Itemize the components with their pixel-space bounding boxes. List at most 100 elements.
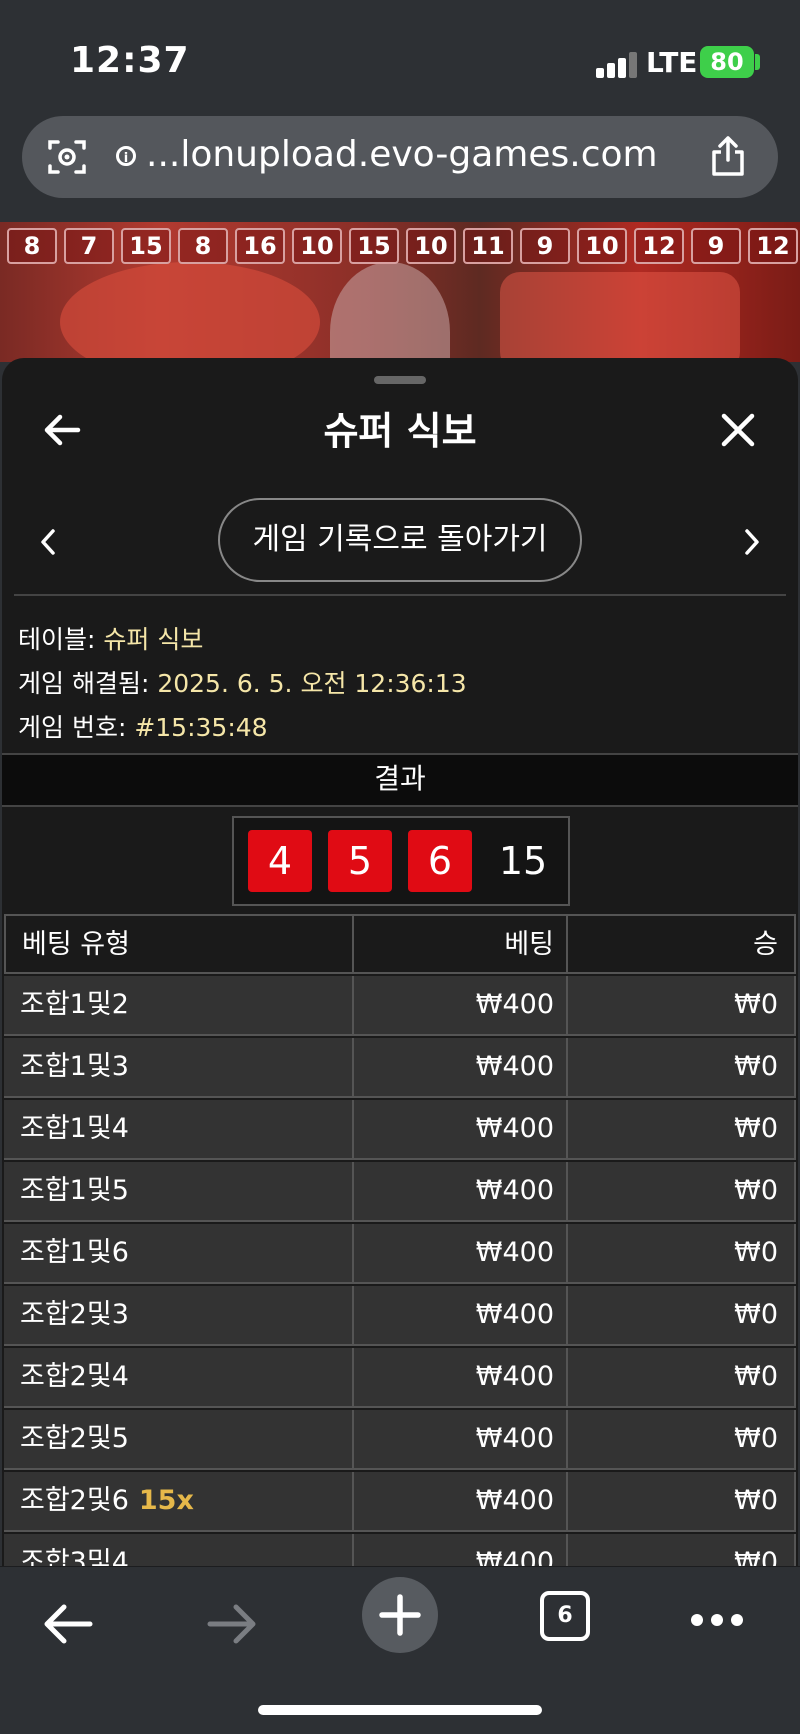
win-amount-cell: ₩0 (568, 1534, 796, 1568)
bet-type-label: 조합3및4 (20, 1547, 129, 1568)
bet-type-label: 조합1및4 (20, 1113, 129, 1144)
table-row: 조합2및5 ₩400 ₩0 (4, 1410, 796, 1470)
resolved-value: 2025. 6. 5. 오전 12:36:13 (157, 669, 467, 698)
table-row: 조합3및4 ₩400 ₩0 (4, 1534, 796, 1568)
status-time: 12:37 (70, 40, 190, 81)
history-chip: 11 (463, 228, 513, 264)
table-value: 슈퍼 식보 (103, 625, 204, 654)
bet-amount-cell: ₩400 (354, 1410, 568, 1470)
history-chip: 15 (121, 228, 171, 264)
die-1: 4 (248, 830, 312, 892)
header-bet-type: 베팅 유형 (4, 914, 354, 974)
status-bar: 12:37 LTE 80 (0, 0, 800, 112)
history-chip: 16 (235, 228, 285, 264)
history-chip: 9 (691, 228, 741, 264)
url-text[interactable]: ...lonupload.evo-games.com (146, 134, 658, 175)
bet-type-cell: 조합1및6 (4, 1224, 354, 1284)
result-header: 결과 (2, 753, 798, 807)
close-icon[interactable] (716, 408, 760, 452)
plus-icon (379, 1594, 421, 1636)
bet-type-label: 조합2및5 (20, 1423, 129, 1454)
game-number-value: #15:35:48 (134, 713, 268, 742)
bet-type-label: 조합1및3 (20, 1051, 129, 1082)
history-chip: 9 (520, 228, 570, 264)
history-chip: 10 (406, 228, 456, 264)
chevron-left-icon[interactable] (36, 526, 60, 558)
history-chip: 10 (577, 228, 627, 264)
header-bet: 베팅 (354, 914, 568, 974)
bet-type-cell: 조합2및5 (4, 1410, 354, 1470)
battery-tip (755, 54, 760, 70)
win-amount-cell: ₩0 (568, 976, 796, 1036)
history-chip: 8 (178, 228, 228, 264)
bet-type-label: 조합2및6 (20, 1485, 129, 1516)
tab-switcher-button[interactable]: 6 (540, 1591, 590, 1641)
browser-forward-icon[interactable] (206, 1601, 258, 1647)
signal-icon (596, 52, 640, 78)
table-label: 테이블: (18, 625, 96, 654)
table-row: 조합1및6 ₩400 ₩0 (4, 1224, 796, 1284)
game-number-label: 게임 번호: (18, 713, 127, 742)
browser-toolbar: 6 (0, 1566, 800, 1734)
game-history-strip: 8 7 15 8 16 10 15 10 11 9 10 12 9 12 (0, 228, 800, 264)
history-chip: 8 (7, 228, 57, 264)
bet-type-label: 조합1및6 (20, 1237, 129, 1268)
site-info-icon[interactable]: i (116, 146, 136, 166)
table-row: 조합1및4 ₩400 ₩0 (4, 1100, 796, 1160)
bet-type-cell: 조합1및2 (4, 976, 354, 1036)
bet-type-label: 조합2및4 (20, 1361, 129, 1392)
table-header-row: 베팅 유형 베팅 승 (4, 914, 796, 974)
bet-type-cell: 조합2및6 15x (4, 1472, 354, 1532)
bet-amount-cell: ₩400 (354, 1038, 568, 1098)
sheet-drag-handle[interactable] (374, 376, 426, 384)
home-indicator (258, 1705, 542, 1715)
network-label: LTE (646, 46, 698, 79)
win-amount-cell: ₩0 (568, 1472, 796, 1532)
camera-search-icon[interactable] (46, 136, 88, 178)
share-icon[interactable] (708, 134, 748, 178)
bet-type-label: 조합1및2 (20, 989, 129, 1020)
new-tab-button[interactable] (362, 1577, 438, 1653)
dice-result: 4 5 6 15 (232, 816, 570, 906)
more-icon[interactable] (690, 1613, 744, 1627)
chevron-right-icon[interactable] (740, 526, 764, 558)
resolved-label: 게임 해결됨: (18, 669, 150, 698)
bet-type-cell: 조합2및4 (4, 1348, 354, 1408)
bet-type-cell: 조합1및5 (4, 1162, 354, 1222)
bet-amount-cell: ₩400 (354, 1534, 568, 1568)
bet-amount-cell: ₩400 (354, 1162, 568, 1222)
bet-type-cell: 조합1및4 (4, 1100, 354, 1160)
browser-back-icon[interactable] (42, 1601, 94, 1647)
table-row: 조합1및2 ₩400 ₩0 (4, 976, 796, 1036)
table-row: 조합2및4 ₩400 ₩0 (4, 1348, 796, 1408)
bet-amount-cell: ₩400 (354, 1286, 568, 1346)
bet-amount-cell: ₩400 (354, 1472, 568, 1532)
win-amount-cell: ₩0 (568, 1100, 796, 1160)
table-row: 조합2및6 15x ₩400 ₩0 (4, 1472, 796, 1532)
dice-sum: 15 (498, 839, 548, 883)
win-amount-cell: ₩0 (568, 1162, 796, 1222)
table-row: 조합1및5 ₩400 ₩0 (4, 1162, 796, 1222)
win-amount-cell: ₩0 (568, 1038, 796, 1098)
divider (14, 594, 786, 596)
battery-icon: 80 (700, 46, 754, 78)
sheet-title: 슈퍼 식보 (323, 409, 477, 453)
address-bar[interactable]: i ...lonupload.evo-games.com (22, 116, 778, 198)
bet-type-cell: 조합2및3 (4, 1286, 354, 1346)
win-amount-cell: ₩0 (568, 1348, 796, 1408)
table-row: 조합2및3 ₩400 ₩0 (4, 1286, 796, 1346)
multiplier-badge: 15x (138, 1485, 194, 1516)
win-amount-cell: ₩0 (568, 1410, 796, 1470)
bet-type-cell: 조합3및4 (4, 1534, 354, 1568)
back-to-history-button[interactable]: 게임 기록으로 돌아가기 (218, 498, 582, 582)
header-win: 승 (568, 914, 796, 974)
history-chip: 7 (64, 228, 114, 264)
bet-type-cell: 조합1및3 (4, 1038, 354, 1098)
win-amount-cell: ₩0 (568, 1286, 796, 1346)
bet-type-label: 조합1및5 (20, 1175, 129, 1206)
history-chip: 10 (292, 228, 342, 264)
game-detail-sheet: 슈퍼 식보 게임 기록으로 돌아가기 테이블: 슈퍼 식보 게임 해결됨: 20… (2, 358, 798, 1568)
history-chip: 15 (349, 228, 399, 264)
history-chip: 12 (634, 228, 684, 264)
table-row: 조합1및3 ₩400 ₩0 (4, 1038, 796, 1098)
